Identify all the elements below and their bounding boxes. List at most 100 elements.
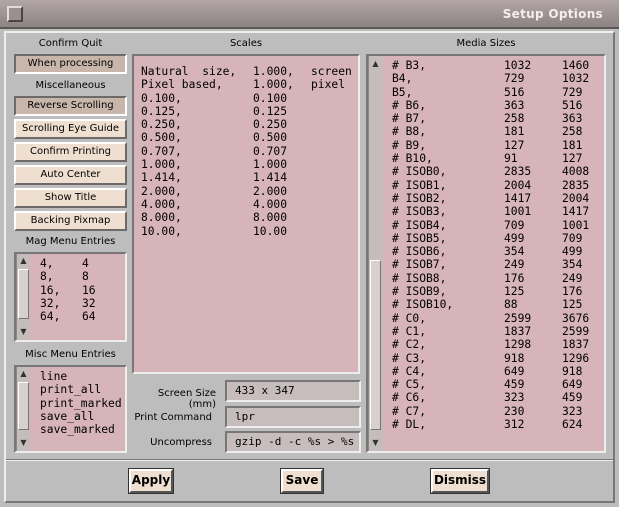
show-title-toggle[interactable]: Show Title [14, 188, 127, 208]
list-item[interactable]: print_marked [40, 397, 124, 410]
list-cell: 1298 [504, 338, 532, 352]
list-item[interactable]: # ISOB9, 125 176 [392, 285, 602, 298]
list-item[interactable]: # C5, 459 649 [392, 378, 602, 391]
list-cell: # ISOB2, [392, 191, 447, 205]
list-item[interactable]: # ISOB5, 499 709 [392, 232, 602, 245]
list-cell [311, 158, 359, 171]
miscellaneous-label: Miscellaneous [35, 80, 106, 91]
scroll-up-icon[interactable]: ▲ [18, 255, 29, 266]
list-item[interactable]: 32, 32 [40, 297, 112, 310]
list-item[interactable]: 8, 8 [40, 270, 112, 283]
list-cell: # ISOB10, [392, 298, 454, 312]
list-item[interactable]: 2.000, 2.000 [141, 185, 359, 198]
list-item[interactable]: # C1, 1837 2599 [392, 325, 602, 338]
mag-menu-list[interactable]: ▲ ▼ 4, 4 8, 8 16, 16 32, 32 64, 64 [14, 252, 127, 342]
list-item[interactable]: 64, 64 [40, 310, 112, 323]
list-item[interactable]: # ISOB3, 1001 1417 [392, 205, 602, 218]
list-item[interactable]: # C3, 918 1296 [392, 352, 602, 365]
mag-scrollbar[interactable]: ▲ ▼ [16, 254, 30, 340]
list-item[interactable]: # C7, 230 323 [392, 405, 602, 418]
list-item[interactable]: # ISOB8, 176 249 [392, 272, 602, 285]
media-scrollbar[interactable]: ▲ ▼ [368, 56, 383, 451]
scroll-down-icon[interactable]: ▼ [370, 437, 381, 448]
uncompress-field[interactable]: gzip -d -c %s > %s [225, 431, 361, 453]
list-item[interactable]: 8.000, 8.000 [141, 211, 359, 224]
list-item[interactable]: # ISOB7, 249 354 [392, 258, 602, 271]
save-button[interactable]: Save [280, 468, 324, 494]
list-item[interactable]: # ISOB4, 709 1001 [392, 219, 602, 232]
list-item[interactable]: # ISOB10, 88 125 [392, 298, 602, 311]
list-item[interactable]: 16, 16 [40, 284, 112, 297]
confirm-printing-toggle[interactable]: Confirm Printing [14, 142, 127, 162]
auto-center-toggle[interactable]: Auto Center [14, 165, 127, 185]
list-cell: 0.100, [141, 91, 182, 105]
list-item[interactable]: # B3, 1032 1460 [392, 59, 602, 72]
misc-menu-list[interactable]: ▲ ▼ line print_all print_marked save_all sav… [14, 365, 127, 453]
list-item[interactable]: 4, 4 [40, 257, 112, 270]
list-item[interactable]: 0.500, 0.500 [141, 131, 359, 144]
scroll-down-icon[interactable]: ▼ [18, 437, 29, 448]
apply-button[interactable]: Apply [128, 468, 174, 494]
list-item[interactable]: save_all [40, 410, 124, 423]
list-item[interactable]: B5, 516 729 [392, 86, 602, 99]
scroll-thumb[interactable] [370, 260, 381, 430]
list-item[interactable]: B4, 729 1032 [392, 72, 602, 85]
list-item[interactable]: # DL, 312 624 [392, 418, 602, 431]
scales-label: Scales [229, 38, 263, 49]
list-item[interactable]: 10.00, 10.00 [141, 225, 359, 238]
list-item[interactable]: 1.000, 1.000 [141, 158, 359, 171]
scroll-down-icon[interactable]: ▼ [18, 326, 29, 337]
list-item[interactable]: # B10, 91 127 [392, 152, 602, 165]
list-cell: 1.000, [253, 78, 294, 92]
scales-list[interactable]: Natural size, 1.000, screen Pixel based, 1.0… [132, 54, 360, 374]
when-processing-button[interactable]: When processing [14, 54, 127, 74]
list-item[interactable]: # B9, 127 181 [392, 139, 602, 152]
media-sizes-list[interactable]: ▲ ▼ # B3, 1032 1460 B4, 729 1032 B5, 516 729 # B6… [366, 54, 606, 453]
print-command-field[interactable]: lpr [225, 406, 361, 428]
scroll-thumb[interactable] [18, 269, 29, 319]
list-cell: 32, [40, 296, 61, 310]
scroll-up-icon[interactable]: ▲ [370, 58, 381, 69]
backing-pixmap-toggle[interactable]: Backing Pixmap [14, 211, 127, 231]
list-cell: 8 [82, 270, 89, 284]
scrolling-eye-guide-toggle[interactable]: Scrolling Eye Guide [14, 119, 127, 139]
list-cell: # B7, [392, 112, 427, 126]
list-item[interactable]: save_marked [40, 423, 124, 436]
list-item[interactable]: # C6, 323 459 [392, 391, 602, 404]
list-item[interactable]: # ISOB2, 1417 2004 [392, 192, 602, 205]
list-item[interactable]: line [40, 370, 124, 383]
reverse-scrolling-toggle[interactable]: Reverse Scrolling [14, 96, 127, 116]
list-item[interactable]: # C2, 1298 1837 [392, 338, 602, 351]
misc-scrollbar[interactable]: ▲ ▼ [16, 367, 30, 451]
list-cell: 729 [504, 72, 525, 86]
list-item[interactable]: 0.125, 0.125 [141, 105, 359, 118]
list-item[interactable]: Natural size, 1.000, screen [141, 65, 359, 78]
list-item[interactable]: print_all [40, 383, 124, 396]
list-cell: 0.250, [141, 118, 182, 132]
list-cell: # ISOB9, [392, 285, 447, 299]
list-item[interactable]: # B8, 181 258 [392, 125, 602, 138]
list-item[interactable]: 0.707, 0.707 [141, 145, 359, 158]
list-item[interactable]: Pixel based, 1.000, pixel [141, 78, 359, 91]
dismiss-button[interactable]: Dismiss [430, 468, 490, 494]
list-item[interactable]: # C0, 2599 3676 [392, 312, 602, 325]
list-item[interactable]: # ISOB0, 2835 4008 [392, 165, 602, 178]
list-item[interactable]: # ISOB6, 354 499 [392, 245, 602, 258]
list-item[interactable]: # ISOB1, 2004 2835 [392, 179, 602, 192]
list-cell [311, 118, 359, 131]
list-item[interactable]: 0.250, 0.250 [141, 118, 359, 131]
scroll-up-icon[interactable]: ▲ [18, 368, 29, 379]
list-item[interactable]: 1.414, 1.414 [141, 171, 359, 184]
list-item[interactable]: # C4, 649 918 [392, 365, 602, 378]
list-item[interactable]: 0.100, 0.100 [141, 92, 359, 105]
list-cell: 4008 [562, 165, 590, 179]
list-item[interactable]: 4.000, 4.000 [141, 198, 359, 211]
window-menu-button[interactable] [7, 6, 23, 22]
title-bar[interactable]: Setup Options [0, 0, 619, 29]
list-cell: # ISOB8, [392, 271, 447, 285]
list-item[interactable]: # B7, 258 363 [392, 112, 602, 125]
screen-size-field[interactable]: 433 x 347 [225, 380, 361, 402]
uncompress-label: Uncompress [150, 437, 212, 448]
list-item[interactable]: # B6, 363 516 [392, 99, 602, 112]
scroll-thumb[interactable] [18, 382, 29, 430]
